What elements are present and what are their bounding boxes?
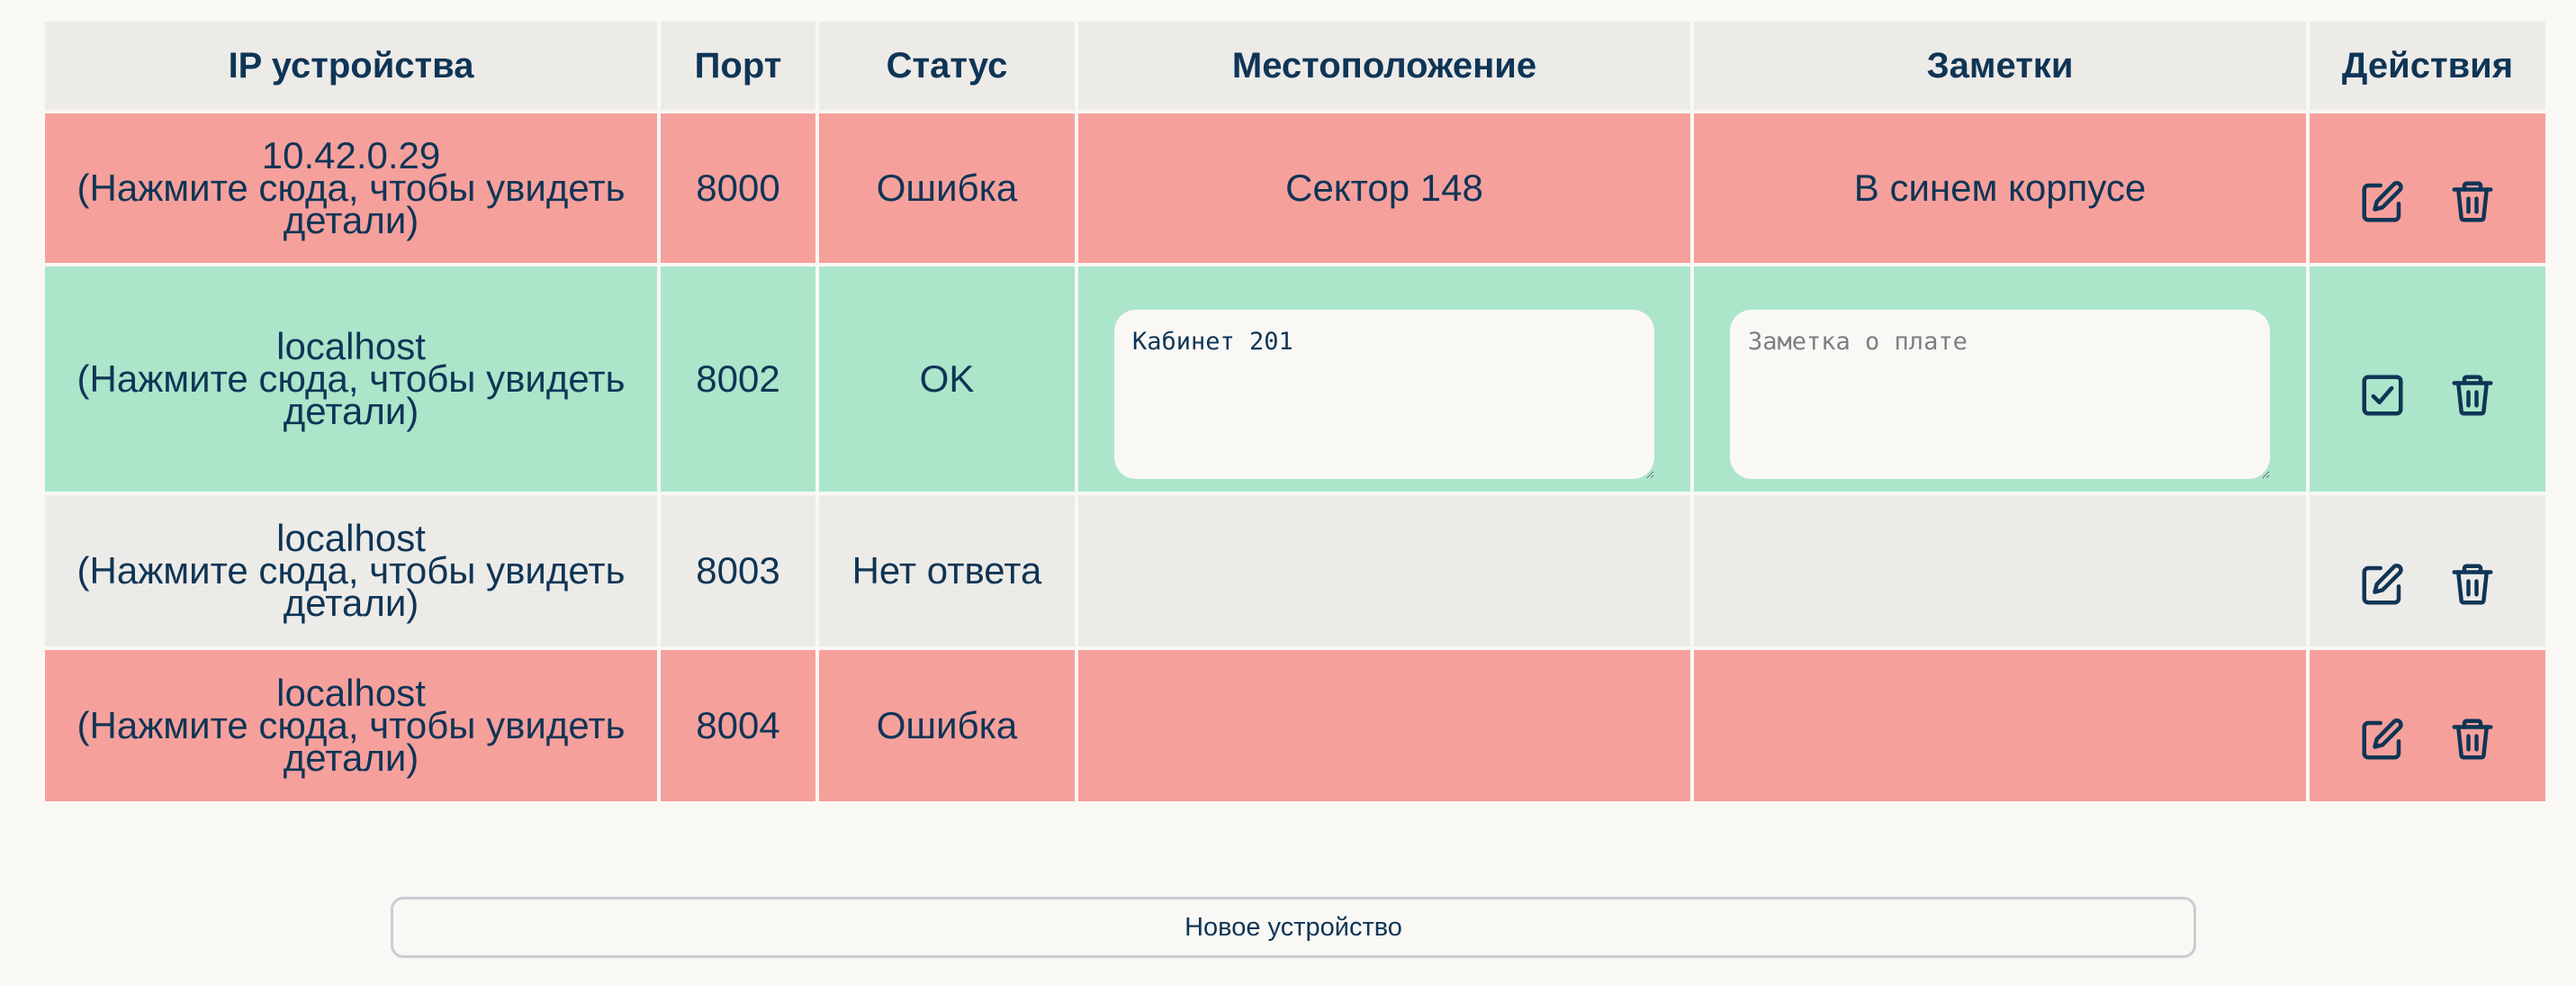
device-location: Сектор 148 — [1075, 110, 1694, 267]
edit-icon[interactable] — [2355, 557, 2409, 611]
trash-icon[interactable] — [2445, 368, 2499, 422]
edit-icon[interactable] — [2355, 712, 2409, 766]
device-status: Ошибка — [815, 646, 1078, 805]
details-hint: (Нажмите сюда, чтобы увидеть детали) — [77, 357, 626, 432]
edit-icon[interactable] — [2355, 175, 2409, 229]
row-actions — [2306, 646, 2549, 805]
header-status: Статус — [815, 18, 1078, 113]
device-notes-cell — [1690, 263, 2310, 495]
device-status: OK — [815, 263, 1078, 495]
device-host-link[interactable]: 10.42.0.29 (Нажмите сюда, чтобы увидеть … — [41, 110, 661, 267]
header-notes: Заметки — [1690, 18, 2310, 113]
device-notes — [1690, 646, 2310, 805]
device-status: Нет ответа — [815, 492, 1078, 650]
trash-icon[interactable] — [2445, 175, 2499, 229]
header-location: Местоположение — [1075, 18, 1694, 113]
device-status: Ошибка — [815, 110, 1078, 267]
row-actions — [2306, 110, 2549, 267]
header-actions: Действия — [2306, 18, 2549, 113]
device-host-link[interactable]: localhost (Нажмите сюда, чтобы увидеть д… — [41, 492, 661, 650]
checkbox-check-icon[interactable] — [2355, 368, 2409, 422]
device-port: 8003 — [657, 492, 819, 650]
trash-icon[interactable] — [2445, 712, 2499, 766]
device-location — [1075, 492, 1694, 650]
device-host-link[interactable]: localhost (Нажмите сюда, чтобы увидеть д… — [41, 263, 661, 495]
devices-table: IP устройства Порт Статус Местоположение… — [41, 18, 2549, 805]
trash-icon[interactable] — [2445, 557, 2499, 611]
device-notes — [1690, 492, 2310, 650]
table-row: localhost (Нажмите сюда, чтобы увидеть д… — [41, 263, 2549, 495]
row-actions — [2306, 263, 2549, 495]
details-hint: (Нажмите сюда, чтобы увидеть детали) — [77, 167, 626, 241]
header-ip: IP устройства — [41, 18, 661, 113]
device-notes: В синем корпусе — [1690, 110, 2310, 267]
notes-input[interactable] — [1730, 310, 2270, 479]
device-port: 8002 — [657, 263, 819, 495]
device-host-link[interactable]: localhost (Нажмите сюда, чтобы увидеть д… — [41, 646, 661, 805]
device-manager: IP устройства Порт Статус Местоположение… — [0, 0, 2576, 985]
table-row: localhost (Нажмите сюда, чтобы увидеть д… — [41, 492, 2549, 650]
details-hint: (Нажмите сюда, чтобы увидеть детали) — [77, 549, 626, 624]
header-port: Порт — [657, 18, 819, 113]
table-row: 10.42.0.29 (Нажмите сюда, чтобы увидеть … — [41, 110, 2549, 267]
row-actions — [2306, 492, 2549, 650]
details-hint: (Нажмите сюда, чтобы увидеть детали) — [77, 704, 626, 779]
table-header-row: IP устройства Порт Статус Местоположение… — [41, 18, 2549, 113]
device-location-cell: Кабинет 201 — [1075, 263, 1694, 495]
new-device-button[interactable]: Новое устройство — [391, 897, 2196, 958]
table-row: localhost (Нажмите сюда, чтобы увидеть д… — [41, 646, 2549, 805]
device-location — [1075, 646, 1694, 805]
location-input[interactable]: Кабинет 201 — [1114, 310, 1654, 479]
device-port: 8000 — [657, 110, 819, 267]
device-port: 8004 — [657, 646, 819, 805]
